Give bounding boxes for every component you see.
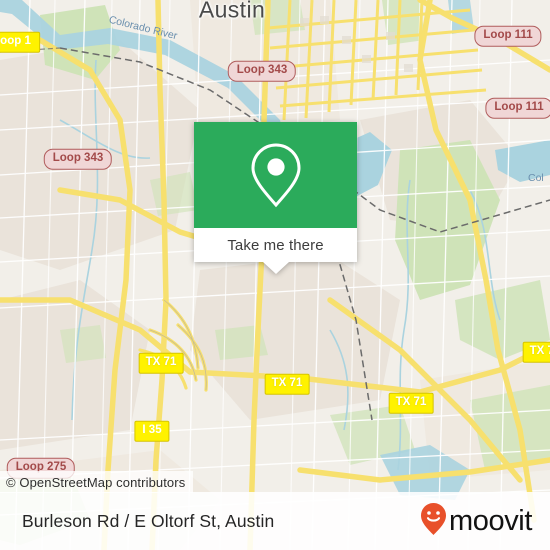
- take-me-there-button[interactable]: Take me there: [194, 228, 357, 262]
- road-shield-loop-343-west: Loop 343: [43, 148, 113, 170]
- map-canvas[interactable]: [0, 0, 550, 550]
- road-shield-tx-71-center: TX 71: [264, 373, 310, 395]
- road-shield-tx-71-east: TX 71: [388, 392, 434, 414]
- road-shield-loop-111-east: Loop 111: [485, 97, 550, 119]
- road-shield-loop-1: Loop 1: [0, 31, 40, 53]
- road-shield-loop-111-north: Loop 111: [474, 25, 542, 47]
- map-attribution[interactable]: © OpenStreetMap contributors: [0, 471, 194, 493]
- location-title: Burleson Rd / E Oltorf St, Austin: [22, 510, 275, 531]
- destination-callout[interactable]: Take me there: [194, 122, 357, 274]
- callout-header: [194, 122, 357, 228]
- take-me-there-label: Take me there: [227, 236, 324, 254]
- moovit-pin-icon: [420, 502, 447, 541]
- map-screen: Austin Colorado River Col Loop 1 Loop 34…: [0, 0, 550, 550]
- map-pin-icon: [250, 142, 302, 208]
- attribution-text: © OpenStreetMap contributors: [6, 474, 186, 490]
- map-place-label-austin: Austin: [198, 0, 266, 23]
- footer-bar: Burleson Rd / E Oltorf St, Austin moovit: [0, 492, 550, 550]
- callout-pointer: [262, 262, 289, 274]
- road-shield-loop-343-north: Loop 343: [227, 60, 297, 82]
- moovit-logo[interactable]: moovit: [420, 502, 532, 541]
- road-shield-i-35: I 35: [134, 420, 170, 442]
- road-shield-tx-71-west: TX 71: [138, 352, 184, 374]
- map-water-label-colorado-river-clipped: Col: [528, 172, 544, 184]
- road-shield-tx-71-edge: TX 71: [522, 341, 550, 363]
- moovit-wordmark: moovit: [448, 504, 532, 537]
